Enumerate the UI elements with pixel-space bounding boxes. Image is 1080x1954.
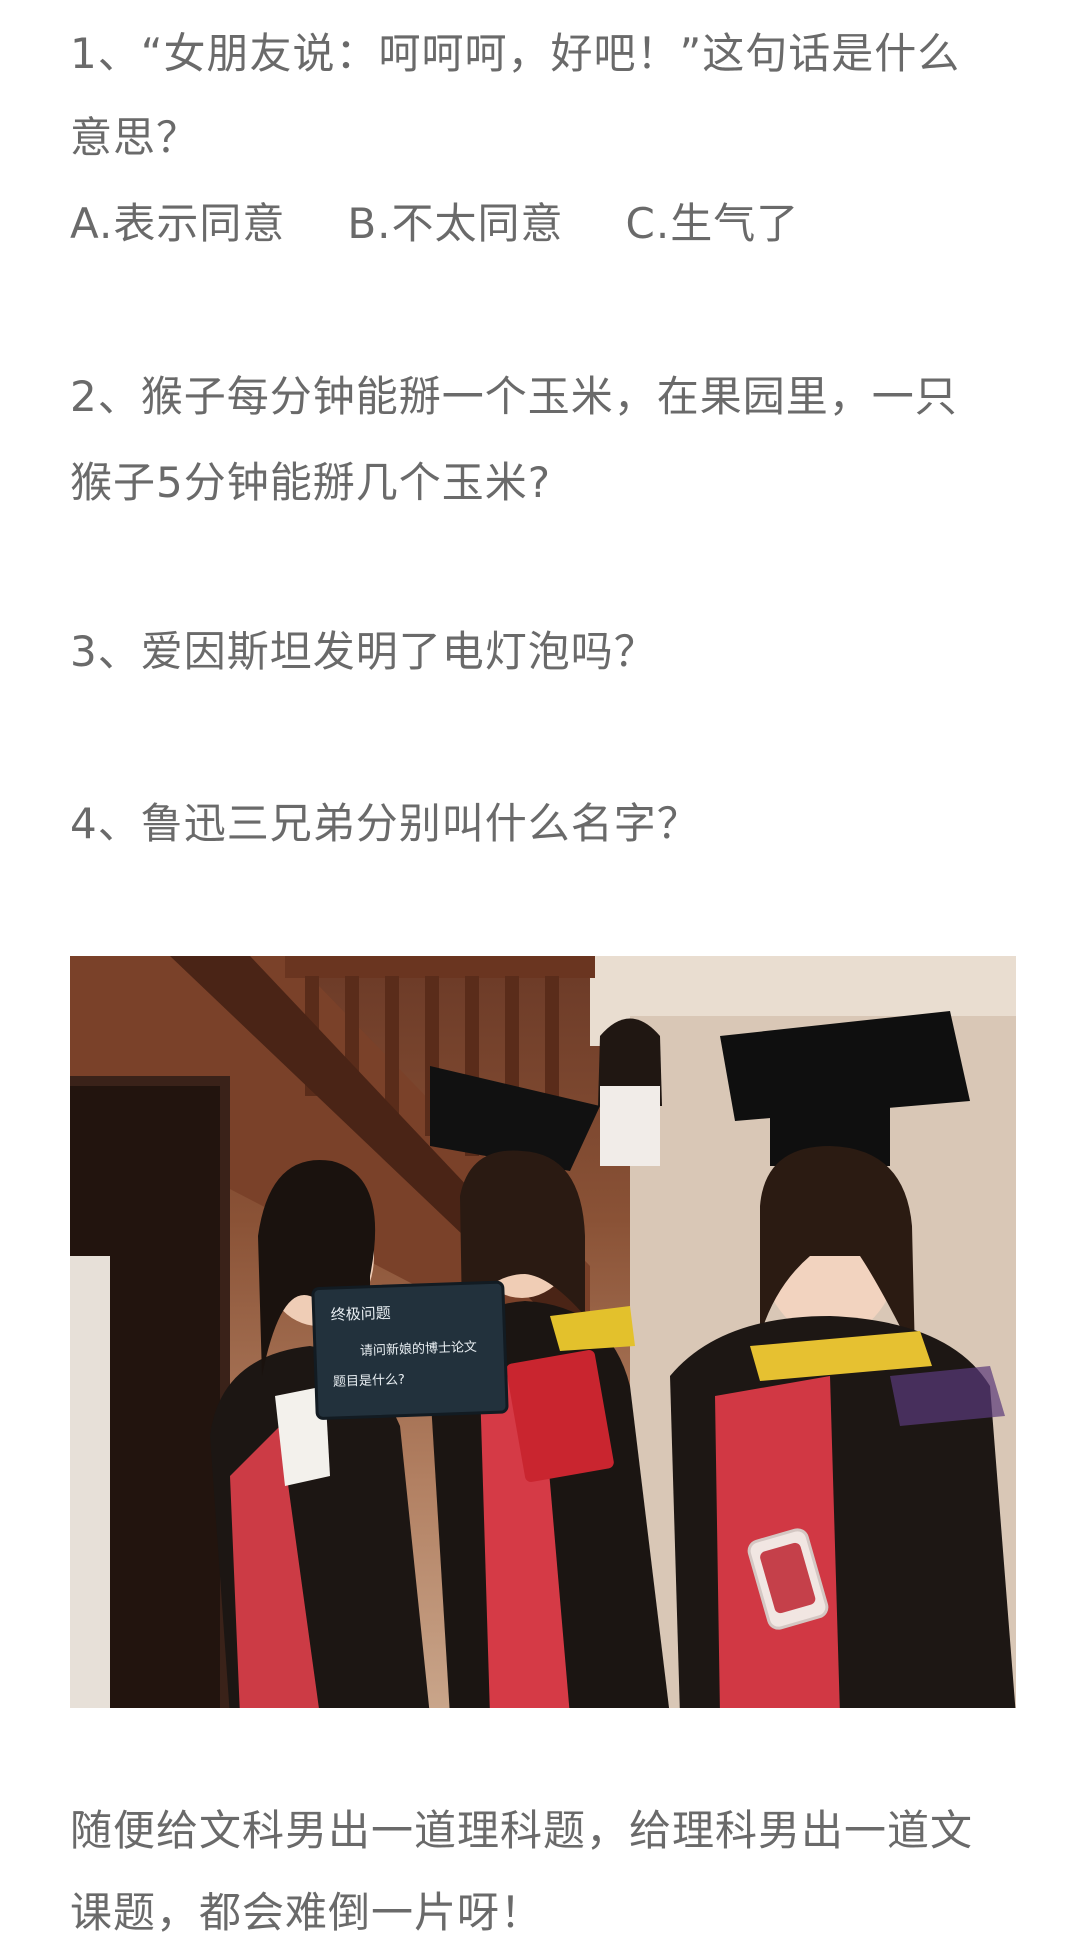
option-b: B.不太同意 — [347, 199, 564, 248]
sign-line-1: 终极问题 — [330, 1304, 391, 1324]
question-4: 4、鲁迅三兄弟分别叫什么名字？ — [70, 799, 700, 848]
question-1-options: A.表示同意 B.不太同意 C.生气了 — [70, 182, 1020, 266]
question-3: 3、爱因斯坦发明了电灯泡吗？ — [70, 627, 657, 676]
graduation-photo: 终极问题 请问新娘的博士论文 题目是什么? — [70, 956, 1016, 1708]
question-1-line-2: 意思？ — [70, 113, 200, 162]
closing-line-1: 随便给文科男出一道理科题，给理科男出一道文 — [70, 1806, 974, 1855]
option-a: A.表示同意 — [70, 199, 286, 248]
chalkboard-sign: 终极问题 请问新娘的博士论文 题目是什么? — [311, 1280, 509, 1420]
sign-line-3: 题目是什么? — [333, 1373, 405, 1391]
question-1-line-1: 1、“女朋友说：呵呵呵，好吧！”这句话是什么 — [70, 29, 961, 78]
option-c: C.生气了 — [625, 199, 800, 248]
question-2-line-2: 猴子5分钟能掰几个玉米? — [70, 458, 552, 507]
question-2-line-1: 2、猴子每分钟能掰一个玉米，在果园里，一只 — [70, 372, 958, 421]
article-page: 1、“女朋友说：呵呵呵，好吧！”这句话是什么 意思？ A.表示同意 B.不太同意… — [0, 0, 1080, 1954]
graduation-photo-illustration: 终极问题 请问新娘的博士论文 题目是什么? — [70, 956, 1016, 1708]
closing-line-2: 课题，都会难倒一片呀！ — [70, 1888, 544, 1937]
